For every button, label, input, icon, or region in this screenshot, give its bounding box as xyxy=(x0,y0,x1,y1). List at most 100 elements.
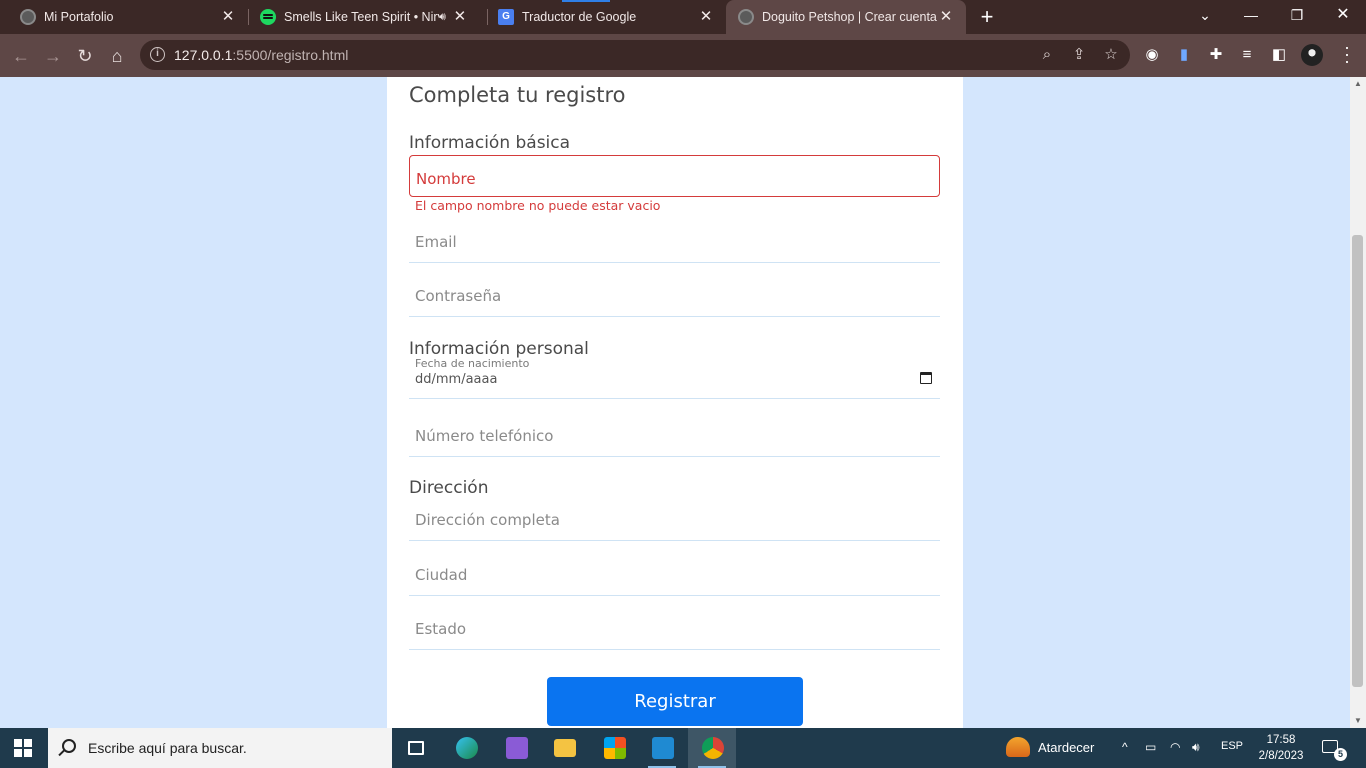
forward-button[interactable]: → xyxy=(40,43,66,69)
vscode-button[interactable] xyxy=(638,728,686,768)
zoom-icon[interactable]: ⌕ xyxy=(1038,46,1056,64)
notification-count-badge: 5 xyxy=(1334,748,1347,761)
visual-studio-icon xyxy=(506,737,528,759)
close-icon[interactable]: ✕ xyxy=(220,9,236,25)
tab-spotify[interactable]: Smells Like Teen Spirit • Nirvana 🔊︎ ✕ xyxy=(240,0,488,34)
registration-form: Completa tu registro Información básica … xyxy=(387,77,963,728)
profile-avatar[interactable] xyxy=(1301,44,1323,66)
address-input[interactable]: Dirección completa xyxy=(409,499,940,541)
microsoft-store-button[interactable] xyxy=(590,728,638,768)
chevron-up-icon[interactable]: ^ xyxy=(1122,740,1128,754)
search-icon xyxy=(62,739,76,753)
phone-input[interactable]: Número telefónico xyxy=(409,415,940,457)
share-icon[interactable]: ⇪ xyxy=(1070,46,1088,64)
globe-icon xyxy=(20,9,36,25)
tab-title: Smells Like Teen Spirit • Nirvana xyxy=(284,10,439,24)
password-input[interactable]: Contraseña xyxy=(409,275,940,317)
wifi-icon[interactable]: ◠ xyxy=(1170,740,1180,754)
email-placeholder: Email xyxy=(415,233,457,251)
page-viewport: Completa tu registro Información básica … xyxy=(0,77,1350,728)
section-basic-info: Información básica xyxy=(409,133,571,153)
taskbar-clock[interactable]: 17:58 2/8/2023 xyxy=(1250,732,1312,764)
birthdate-label: Fecha de nacimiento xyxy=(415,357,530,370)
windows-taskbar: Escribe aquí para buscar. Atardecer ^ ▭ … xyxy=(0,728,1366,768)
globe-icon xyxy=(738,9,754,25)
calendar-icon[interactable] xyxy=(920,372,932,384)
restore-button[interactable]: ❐ xyxy=(1274,0,1320,34)
search-placeholder: Escribe aquí para buscar. xyxy=(88,740,247,756)
close-icon[interactable]: ✕ xyxy=(938,9,954,25)
chrome-icon xyxy=(702,737,724,759)
section-personal-info: Información personal xyxy=(409,339,589,359)
home-button[interactable]: ⌂ xyxy=(104,43,130,69)
birthdate-placeholder: dd/mm/aaaa xyxy=(415,372,498,387)
scroll-up-arrow[interactable]: ▲ xyxy=(1350,77,1366,91)
weather-label[interactable]: Atardecer xyxy=(1038,740,1094,755)
name-input[interactable]: Nombre xyxy=(409,155,940,197)
page-scrollbar[interactable]: ▲ ▼ xyxy=(1350,77,1366,728)
weather-icon[interactable] xyxy=(1006,737,1030,757)
windows-start-icon[interactable] xyxy=(14,739,32,757)
language-indicator[interactable]: ESP xyxy=(1221,740,1243,752)
site-info-icon[interactable]: i xyxy=(150,47,165,62)
tab-search-button[interactable]: ⌄ xyxy=(1182,0,1228,34)
new-tab-button[interactable]: + xyxy=(977,6,997,28)
task-view-icon xyxy=(408,741,424,755)
google-translate-icon: G xyxy=(498,9,514,25)
extensions-puzzle-icon[interactable]: ✚ xyxy=(1207,46,1225,64)
url-text[interactable]: 127.0.0.1:5500/registro.html xyxy=(174,47,348,63)
chrome-button[interactable] xyxy=(688,728,736,768)
close-window-button[interactable]: ✕ xyxy=(1320,0,1366,34)
tab-title: Mi Portafolio xyxy=(44,10,114,24)
taskbar-search[interactable]: Escribe aquí para buscar. xyxy=(48,728,392,768)
name-error-message: El campo nombre no puede estar vacio xyxy=(415,198,661,213)
tab-doguito-petshop[interactable]: Doguito Petshop | Crear cuenta ✕ xyxy=(726,0,966,34)
bookmark-star-icon[interactable]: ☆ xyxy=(1102,46,1120,64)
state-input[interactable]: Estado xyxy=(409,608,940,650)
city-placeholder: Ciudad xyxy=(415,566,468,584)
phone-placeholder: Número telefónico xyxy=(415,427,554,445)
city-input[interactable]: Ciudad xyxy=(409,554,940,596)
close-icon[interactable]: ✕ xyxy=(698,9,714,25)
volume-icon[interactable]: 🔊︎ xyxy=(1192,740,1200,755)
address-bar[interactable]: i 127.0.0.1:5500/registro.html ⌕ ⇪ ☆ xyxy=(140,40,1130,70)
extension-circle-icon[interactable]: ◉ xyxy=(1143,46,1161,64)
tab-title: Doguito Petshop | Crear cuenta xyxy=(762,10,937,24)
birthdate-input[interactable]: Fecha de nacimiento dd/mm/aaaa xyxy=(409,357,940,399)
scroll-down-arrow[interactable]: ▼ xyxy=(1350,714,1366,728)
state-placeholder: Estado xyxy=(415,620,467,638)
speaker-icon[interactable]: 🔊︎ xyxy=(439,11,446,24)
vscode-icon xyxy=(652,737,674,759)
tab-google-translate[interactable]: G Traductor de Google ✕ xyxy=(478,0,726,34)
clock-time: 17:58 xyxy=(1266,734,1296,746)
task-view-button[interactable] xyxy=(392,728,440,768)
register-button[interactable]: Registrar xyxy=(547,677,803,726)
email-input[interactable]: Email xyxy=(409,221,940,263)
browser-toolbar: ← → ↻ ⌂ i 127.0.0.1:5500/registro.html ⌕… xyxy=(0,34,1366,77)
tab-mi-portafolio[interactable]: Mi Portafolio ✕ xyxy=(0,0,248,34)
menu-kebab-icon[interactable]: · · · xyxy=(1342,38,1352,70)
reload-button[interactable]: ↻ xyxy=(72,43,98,69)
file-explorer-button[interactable] xyxy=(540,728,588,768)
extension-docs-icon[interactable]: ▮ xyxy=(1175,46,1193,64)
address-placeholder: Dirección completa xyxy=(415,511,560,529)
side-panel-icon[interactable]: ◧ xyxy=(1270,46,1288,64)
clock-date: 2/8/2023 xyxy=(1258,750,1304,762)
url-path: :5500/registro.html xyxy=(232,47,349,63)
minimize-button[interactable]: — xyxy=(1228,0,1274,34)
edge-button[interactable] xyxy=(442,728,490,768)
name-placeholder: Nombre xyxy=(416,170,476,188)
section-address: Dirección xyxy=(409,478,489,498)
battery-icon[interactable]: ▭ xyxy=(1145,740,1156,754)
file-explorer-icon xyxy=(554,739,576,757)
edge-icon xyxy=(456,737,478,759)
close-icon[interactable]: ✕ xyxy=(452,9,468,25)
scrollbar-thumb[interactable] xyxy=(1352,235,1363,687)
url-host: 127.0.0.1 xyxy=(174,47,233,63)
media-control-icon[interactable]: ≡ xyxy=(1238,46,1256,64)
password-placeholder: Contraseña xyxy=(415,287,502,305)
visual-studio-button[interactable] xyxy=(492,728,540,768)
form-title: Completa tu registro xyxy=(409,83,626,107)
tab-strip: Mi Portafolio ✕ Smells Like Teen Spirit … xyxy=(0,0,1366,34)
back-button[interactable]: ← xyxy=(8,43,34,69)
